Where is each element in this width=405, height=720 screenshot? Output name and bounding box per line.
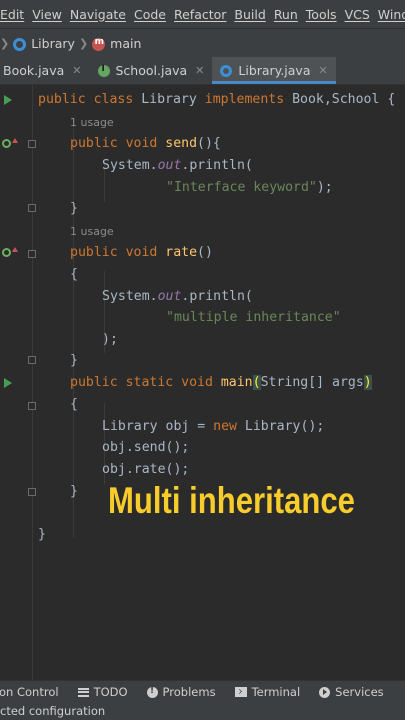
breadcrumb: ❯ Library ❯ main [0, 28, 405, 58]
tool-window-bar: on Control TODO Problems Terminal Servic… [0, 680, 405, 703]
overlay-caption: Multi inheritance [108, 480, 355, 521]
class-icon [220, 64, 233, 77]
code-editor[interactable]: public class Library implements Book,Sch… [0, 85, 405, 680]
services-icon [319, 686, 331, 698]
breadcrumb-class[interactable]: Library [13, 36, 75, 51]
code-line: System.out.println( [102, 289, 253, 304]
close-icon[interactable]: ✕ [72, 64, 81, 77]
code-content: public class Library implements Book,Sch… [0, 85, 395, 542]
code-line: } [70, 484, 78, 499]
tab-library-java[interactable]: Library.java ✕ [212, 57, 337, 84]
indent-guide [73, 118, 74, 538]
tool-services[interactable]: Services [319, 685, 384, 699]
code-line: obj.rate(); [102, 462, 190, 477]
code-line: public void rate() [70, 245, 213, 260]
code-line: public static void main(String[] args) [70, 375, 372, 390]
problems-icon [146, 686, 158, 698]
code-line: obj.send(); [102, 440, 190, 455]
code-line: System.out.println( [102, 158, 253, 173]
interface-icon [97, 64, 110, 77]
editor-tabs: Book.java✕ School.java✕ Library.java✕ [0, 57, 405, 85]
menu-window[interactable]: Window [372, 7, 405, 22]
todo-icon [77, 687, 89, 697]
code-line: { [70, 397, 78, 412]
code-line: } [70, 353, 78, 368]
tool-todo[interactable]: TODO [77, 685, 128, 699]
tab-book-java[interactable]: Book.java ✕ [0, 57, 90, 84]
code-line: Library obj = new Library(); [102, 419, 325, 434]
fold-icon[interactable] [28, 488, 36, 496]
breadcrumb-chevron-icon: ❯ [0, 36, 10, 50]
code-line: { [70, 267, 78, 282]
code-line: } [70, 201, 78, 216]
terminal-icon [234, 687, 247, 697]
usage-hint[interactable]: 1 usage [70, 112, 114, 134]
tab-school-java[interactable]: School.java✕ [90, 57, 213, 84]
menu-bar: Edit View Navigate Code Refactor Build R… [0, 0, 405, 28]
tool-problems[interactable]: Problems [146, 685, 216, 699]
code-line: public class Library implements Book,Sch… [38, 92, 396, 107]
code-line: } [38, 527, 46, 542]
tool-terminal[interactable]: Terminal [234, 685, 300, 699]
usage-hint[interactable]: 1 usage [70, 221, 114, 243]
breadcrumb-method[interactable]: main [92, 36, 141, 51]
code-line: "Interface keyword"); [166, 180, 333, 195]
code-line: ); [102, 332, 118, 347]
method-icon [92, 37, 106, 51]
status-text: cted configuration [0, 704, 106, 718]
close-icon[interactable]: ✕ [195, 64, 204, 77]
tool-version-control[interactable]: on Control [0, 685, 59, 699]
class-icon [13, 37, 27, 51]
menu-refactor[interactable]: Refactor [168, 7, 234, 22]
code-line: "multiple inheritance" [166, 310, 341, 325]
gutter-divider [32, 85, 33, 680]
breadcrumb-chevron-icon: ❯ [78, 36, 89, 50]
status-bar: cted configuration [0, 702, 405, 720]
close-icon[interactable]: ✕ [318, 64, 327, 77]
menu-navigate[interactable]: Navigate [64, 7, 134, 22]
code-line: public void send(){ [70, 136, 221, 151]
